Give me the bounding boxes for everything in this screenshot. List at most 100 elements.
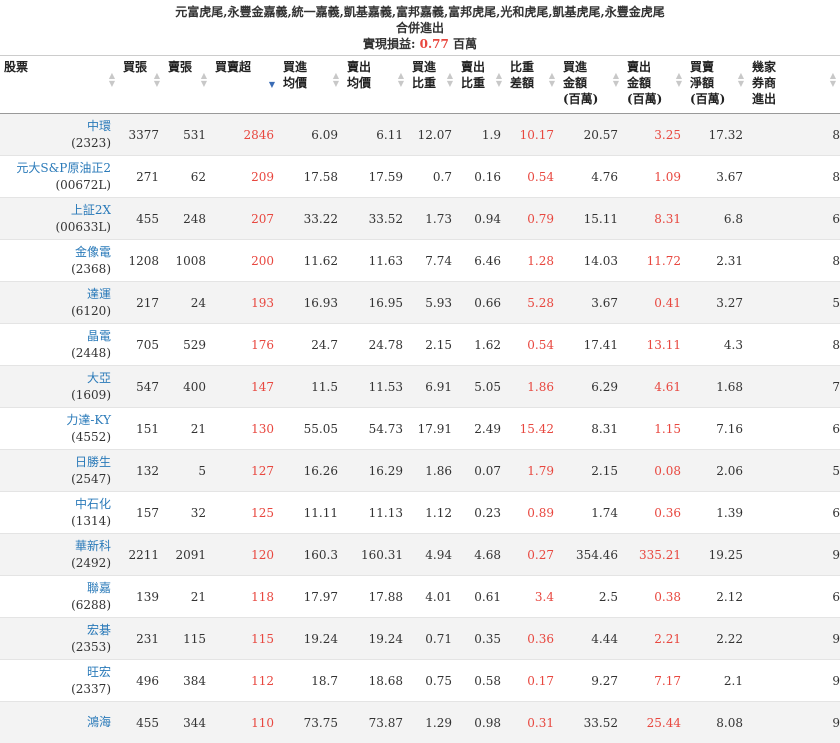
sort-toggle-icon[interactable]: ▲▼ bbox=[154, 71, 160, 87]
cell-sell-pct: 0.94 bbox=[457, 198, 506, 240]
cell-net-amt: 3.27 bbox=[686, 282, 748, 324]
cell-brokers: 6 bbox=[748, 198, 840, 240]
column-header-8[interactable]: 比重差額▲▼ bbox=[506, 56, 559, 114]
column-header-6[interactable]: 買進比重▲▼ bbox=[408, 56, 457, 114]
column-header-3[interactable]: 買賣超 ▼ bbox=[211, 56, 279, 114]
stock-cell: 達運(6120) bbox=[0, 282, 119, 324]
stock-name-link[interactable]: 上証2X bbox=[5, 202, 111, 219]
table-row[interactable]: 大亞(1609)54740014711.511.536.915.051.866.… bbox=[0, 366, 840, 408]
stock-name-link[interactable]: 宏碁 bbox=[5, 622, 111, 639]
stock-name-link[interactable]: 聯嘉 bbox=[5, 580, 111, 597]
column-header-2[interactable]: 賣張▲▼ bbox=[164, 56, 211, 114]
cell-pct-diff: 0.79 bbox=[506, 198, 559, 240]
stock-name-link[interactable]: 金像電 bbox=[5, 244, 111, 261]
table-row[interactable]: 上証2X(00633L)45524820733.2233.521.730.940… bbox=[0, 198, 840, 240]
stock-name-link[interactable]: 晶電 bbox=[5, 328, 111, 345]
cell-buy-avg: 55.05 bbox=[279, 408, 343, 450]
column-header-5[interactable]: 賣出均價▲▼ bbox=[343, 56, 408, 114]
column-header-4[interactable]: 買進均價▲▼ bbox=[279, 56, 343, 114]
stock-code: (6288) bbox=[5, 597, 111, 614]
table-row[interactable]: 旺宏(2337)49638411218.718.680.750.580.179.… bbox=[0, 660, 840, 702]
table-row[interactable]: 晶電(2448)70552917624.724.782.151.620.5417… bbox=[0, 324, 840, 366]
column-header-12[interactable]: 幾家券商進出▲▼ bbox=[748, 56, 840, 114]
table-row[interactable]: 聯嘉(6288)1392111817.9717.884.010.613.42.5… bbox=[0, 576, 840, 618]
table-row[interactable]: 金像電(2368)1208100820011.6211.637.746.461.… bbox=[0, 240, 840, 282]
column-header-11[interactable]: 買賣淨額(百萬)▲▼ bbox=[686, 56, 748, 114]
cell-sell-avg: 33.52 bbox=[343, 198, 408, 240]
column-header-10[interactable]: 賣出金額(百萬)▲▼ bbox=[623, 56, 686, 114]
cell-buy-pct: 1.73 bbox=[408, 198, 457, 240]
cell-sell-avg: 16.95 bbox=[343, 282, 408, 324]
table-row[interactable]: 華新科(2492)22112091120160.3160.314.944.680… bbox=[0, 534, 840, 576]
cell-sell: 344 bbox=[164, 702, 211, 743]
cell-brokers: 8 bbox=[748, 240, 840, 282]
cell-buy: 496 bbox=[119, 660, 164, 702]
stock-name-link[interactable]: 大亞 bbox=[5, 370, 111, 387]
table-row[interactable]: 力達-KY(4552)1512113055.0554.7317.912.4915… bbox=[0, 408, 840, 450]
stock-name-link[interactable]: 鴻海 bbox=[5, 714, 111, 731]
sort-toggle-icon[interactable]: ▲▼ bbox=[447, 71, 453, 87]
cell-net: 2846 bbox=[211, 114, 279, 156]
stock-name-link[interactable]: 中環 bbox=[5, 118, 111, 135]
table-row[interactable]: 宏碁(2353)23111511519.2419.240.710.350.364… bbox=[0, 618, 840, 660]
sort-toggle-icon[interactable]: ▲▼ bbox=[109, 71, 115, 87]
stock-name-link[interactable]: 華新科 bbox=[5, 538, 111, 555]
cell-buy-avg: 16.26 bbox=[279, 450, 343, 492]
stock-code: (2368) bbox=[5, 261, 111, 278]
cell-brokers: 6 bbox=[748, 408, 840, 450]
sort-toggle-icon[interactable]: ▲▼ bbox=[830, 71, 836, 87]
cell-net: 125 bbox=[211, 492, 279, 534]
stock-cell: 大亞(1609) bbox=[0, 366, 119, 408]
stock-name-link[interactable]: 旺宏 bbox=[5, 664, 111, 681]
cell-buy-avg: 11.62 bbox=[279, 240, 343, 282]
table-row[interactable]: 中石化(1314)1573212511.1111.131.120.230.891… bbox=[0, 492, 840, 534]
cell-net-amt: 2.06 bbox=[686, 450, 748, 492]
stock-name-link[interactable]: 中石化 bbox=[5, 496, 111, 513]
column-header-7[interactable]: 賣出比重▲▼ bbox=[457, 56, 506, 114]
stock-code: (00672L) bbox=[5, 177, 111, 194]
cell-buy-pct: 1.12 bbox=[408, 492, 457, 534]
stock-code: (2547) bbox=[5, 471, 111, 488]
sort-toggle-icon[interactable]: ▲▼ bbox=[201, 71, 207, 87]
stock-name-link[interactable]: 達運 bbox=[5, 286, 111, 303]
cell-buy-avg: 18.7 bbox=[279, 660, 343, 702]
sort-toggle-icon[interactable]: ▲▼ bbox=[549, 71, 555, 87]
cell-net-amt: 2.22 bbox=[686, 618, 748, 660]
cell-sell: 248 bbox=[164, 198, 211, 240]
cell-sell-amt: 0.38 bbox=[623, 576, 686, 618]
sort-toggle-icon[interactable]: ▲▼ bbox=[613, 71, 619, 87]
column-header-0[interactable]: 股票▲▼ bbox=[0, 56, 119, 114]
stock-cell: 上証2X(00633L) bbox=[0, 198, 119, 240]
cell-net-amt: 6.8 bbox=[686, 198, 748, 240]
cell-buy-pct: 0.7 bbox=[408, 156, 457, 198]
cell-net-amt: 2.12 bbox=[686, 576, 748, 618]
column-header-9[interactable]: 買進金額(百萬)▲▼ bbox=[559, 56, 623, 114]
column-header-1[interactable]: 買張▲▼ bbox=[119, 56, 164, 114]
cell-buy: 1208 bbox=[119, 240, 164, 282]
sort-toggle-icon[interactable]: ▲▼ bbox=[398, 71, 404, 87]
cell-buy: 455 bbox=[119, 198, 164, 240]
cell-sell-avg: 11.63 bbox=[343, 240, 408, 282]
cell-buy-amt: 33.52 bbox=[559, 702, 623, 743]
table-row[interactable]: 鴻海45534411073.7573.871.290.980.3133.5225… bbox=[0, 702, 840, 743]
cell-buy-amt: 2.15 bbox=[559, 450, 623, 492]
table-row[interactable]: 元大S&P原油正2(00672L)2716220917.5817.590.70.… bbox=[0, 156, 840, 198]
cell-brokers: 9 bbox=[748, 702, 840, 743]
cell-buy-avg: 11.11 bbox=[279, 492, 343, 534]
sort-toggle-icon[interactable]: ▲▼ bbox=[333, 71, 339, 87]
cell-pct-diff: 0.36 bbox=[506, 618, 559, 660]
stock-name-link[interactable]: 元大S&P原油正2 bbox=[5, 160, 111, 177]
stock-name-link[interactable]: 力達-KY bbox=[5, 412, 111, 429]
sort-desc-icon[interactable]: ▼ bbox=[269, 80, 275, 88]
cell-buy-pct: 0.75 bbox=[408, 660, 457, 702]
table-row[interactable]: 達運(6120)2172419316.9316.955.930.665.283.… bbox=[0, 282, 840, 324]
column-header-label: 買賣超 bbox=[215, 59, 251, 75]
table-row[interactable]: 中環(2323)337753128466.096.1112.071.910.17… bbox=[0, 114, 840, 156]
cell-sell: 2091 bbox=[164, 534, 211, 576]
sort-toggle-icon[interactable]: ▲▼ bbox=[738, 71, 744, 87]
sort-toggle-icon[interactable]: ▲▼ bbox=[676, 71, 682, 87]
table-row[interactable]: 日勝生(2547)132512716.2616.291.860.071.792.… bbox=[0, 450, 840, 492]
cell-sell: 529 bbox=[164, 324, 211, 366]
sort-toggle-icon[interactable]: ▲▼ bbox=[496, 71, 502, 87]
stock-name-link[interactable]: 日勝生 bbox=[5, 454, 111, 471]
